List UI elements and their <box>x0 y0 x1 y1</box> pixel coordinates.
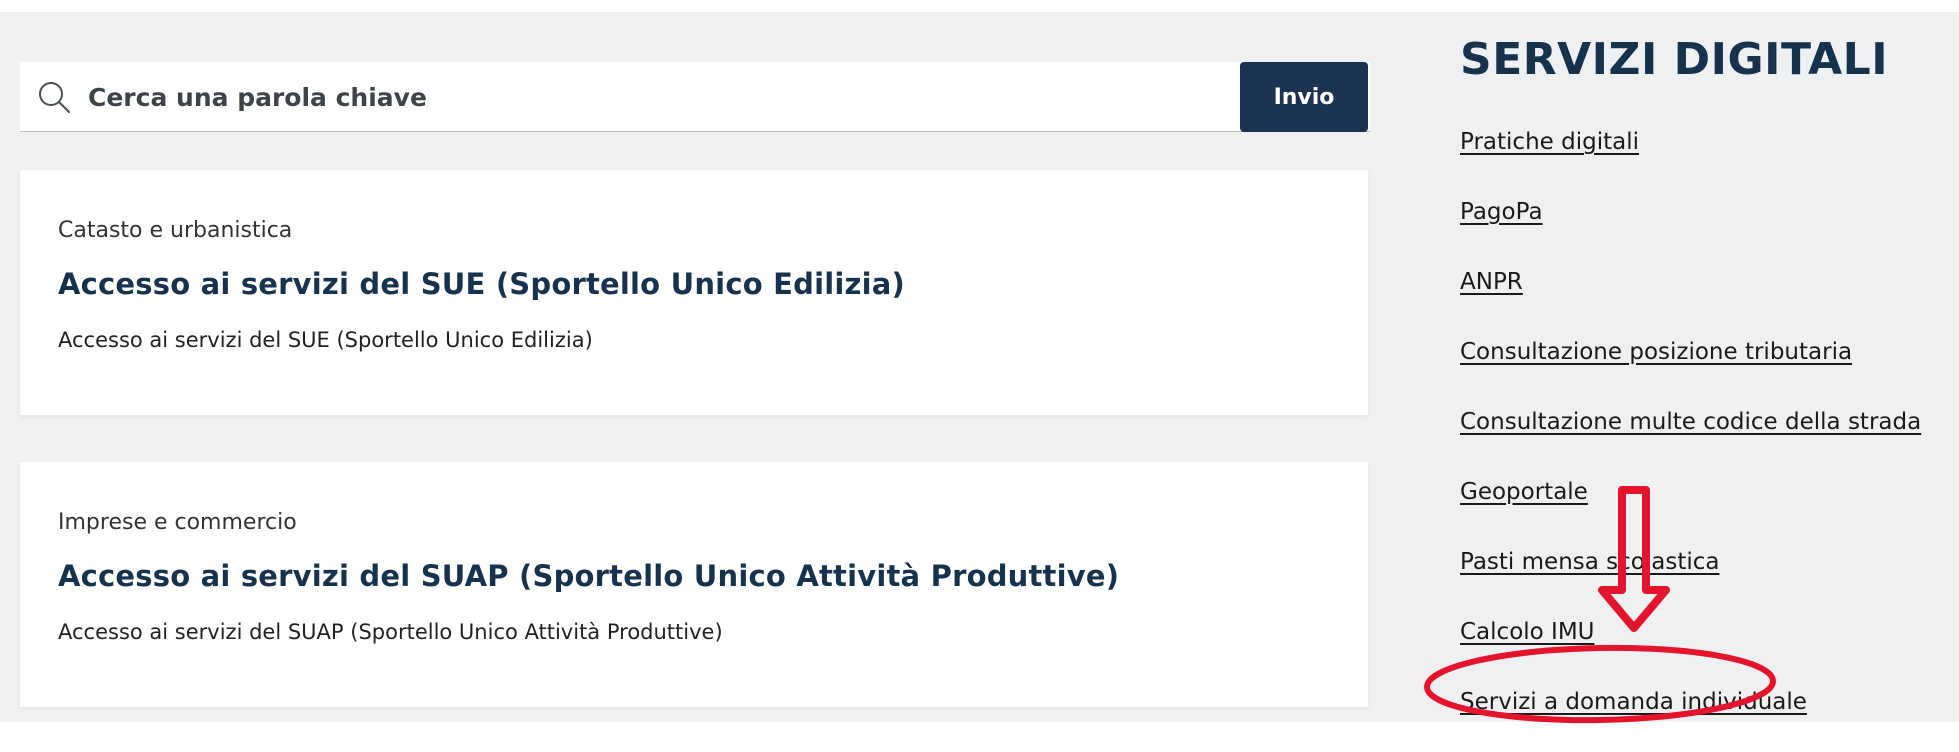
card-category: Catasto e urbanistica <box>58 218 293 243</box>
link-multe-codice-strada[interactable]: Consultazione multe codice della strada <box>1460 409 1921 435</box>
link-pratiche-digitali[interactable]: Pratiche digitali <box>1460 129 1639 155</box>
list-item: Geoportale <box>1460 472 1921 542</box>
list-item: ANPR <box>1460 262 1921 332</box>
card-title-link[interactable]: Accesso ai servizi del SUE (Sportello Un… <box>58 267 905 301</box>
search-icon <box>39 82 70 113</box>
card-category: Imprese e commercio <box>58 510 297 535</box>
list-item: Pasti mensa scolastica <box>1460 542 1921 612</box>
search-input[interactable] <box>88 72 1248 122</box>
service-card-suap[interactable]: Imprese e commercio Accesso ai servizi d… <box>20 462 1368 707</box>
link-posizione-tributaria[interactable]: Consultazione posizione tributaria <box>1460 339 1852 365</box>
card-description: Accesso ai servizi del SUAP (Sportello U… <box>58 620 723 644</box>
link-pasti-mensa[interactable]: Pasti mensa scolastica <box>1460 549 1719 575</box>
link-pagopa[interactable]: PagoPa <box>1460 199 1543 225</box>
card-title-link[interactable]: Accesso ai servizi del SUAP (Sportello U… <box>58 559 1119 593</box>
send-button[interactable]: Invio <box>1240 62 1368 132</box>
link-geoportale[interactable]: Geoportale <box>1460 479 1588 505</box>
list-item: Consultazione posizione tributaria <box>1460 332 1921 402</box>
digital-services-list: Pratiche digitali PagoPa ANPR Consultazi… <box>1460 122 1921 752</box>
link-calcolo-imu[interactable]: Calcolo IMU <box>1460 619 1595 645</box>
list-item: Servizi a domanda individuale <box>1460 682 1921 752</box>
service-card-sue[interactable]: Catasto e urbanistica Accesso ai servizi… <box>20 170 1368 415</box>
content-panel: Invio Catasto e urbanistica Accesso ai s… <box>0 12 1959 722</box>
link-servizi-domanda-individuale[interactable]: Servizi a domanda individuale <box>1460 689 1807 715</box>
list-item: Calcolo IMU <box>1460 612 1921 682</box>
link-anpr[interactable]: ANPR <box>1460 269 1523 295</box>
list-item: Pratiche digitali <box>1460 122 1921 192</box>
sidebar-title: SERVIZI DIGITALI <box>1460 34 1889 85</box>
list-item: PagoPa <box>1460 192 1921 262</box>
list-item: Consultazione multe codice della strada <box>1460 402 1921 472</box>
search-bar <box>20 62 1370 132</box>
card-description: Accesso ai servizi del SUE (Sportello Un… <box>58 328 593 352</box>
